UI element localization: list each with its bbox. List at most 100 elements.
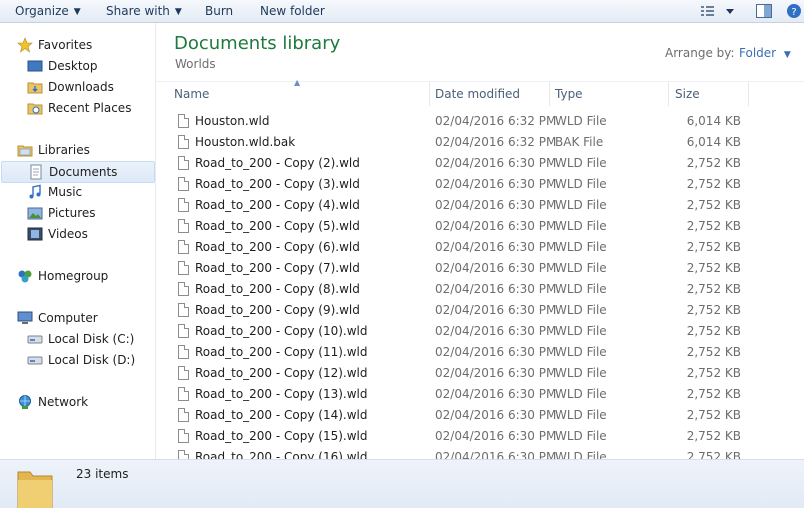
file-type: WLD File [555,156,607,170]
videos-icon [27,227,43,241]
file-icon [178,177,189,191]
nav-homegroup-label: Homegroup [38,269,109,283]
new-folder-button[interactable]: New folder [260,3,325,19]
file-size: 2,752 KB [686,282,741,296]
nav-local-disk-c[interactable]: Local Disk (C:) [0,329,150,349]
nav-homegroup[interactable]: Homegroup [0,266,150,286]
file-row[interactable]: Road_to_200 - Copy (15).wld 02/04/2016 6:… [156,426,804,447]
file-icon [178,408,189,422]
file-row[interactable]: Road_to_200 - Copy (3).wld 02/04/2016 6:3… [156,174,804,195]
file-row[interactable]: Road_to_200 - Copy (8).wld 02/04/2016 6:3… [156,279,804,300]
nav-videos[interactable]: Videos [0,224,150,244]
column-divider[interactable] [429,82,430,106]
file-row[interactable]: Road_to_200 - Copy (2).wld 02/04/2016 6:3… [156,153,804,174]
folder-icon [17,471,53,508]
pictures-icon [27,207,43,220]
help-icon: ? [787,4,801,18]
file-name: Road_to_200 - Copy (14).wld [195,408,368,422]
file-size: 2,752 KB [686,366,741,380]
file-row[interactable]: Houston.wld 02/04/2016 6:32 PM WLD File 6,0… [156,111,804,132]
file-name: Houston.wld [195,114,270,128]
nav-network[interactable]: Network [0,392,150,412]
file-row[interactable]: Road_to_200 - Copy (12).wld 02/04/2016 6:… [156,363,804,384]
nav-desktop[interactable]: Desktop [0,56,150,76]
column-header-date-modified[interactable]: Date modified [435,87,520,101]
file-type: WLD File [555,114,607,128]
homegroup-icon [18,270,32,283]
nav-documents[interactable]: Documents [1,161,155,183]
file-row[interactable]: Road_to_200 - Copy (9).wld 02/04/2016 6:3… [156,300,804,321]
file-row[interactable]: Road_to_200 - Copy (11).wld 02/04/2016 6:… [156,342,804,363]
column-header-name[interactable]: Name [174,87,209,101]
file-size: 2,752 KB [686,198,741,212]
file-type: WLD File [555,366,607,380]
nav-music[interactable]: Music [0,182,150,202]
file-size: 2,752 KB [686,240,741,254]
sort-ascending-icon: ▲ [294,78,301,87]
file-name: Road_to_200 - Copy (12).wld [195,366,368,380]
help-button[interactable]: ? [786,3,802,19]
file-row[interactable]: Road_to_200 - Copy (6).wld 02/04/2016 6:3… [156,237,804,258]
file-row[interactable]: Road_to_200 - Copy (14).wld 02/04/2016 6:… [156,405,804,426]
arrange-by-dropdown[interactable]: Folder ▼ [739,46,791,60]
file-name: Road_to_200 - Copy (6).wld [195,240,360,254]
details-pane: 23 items [0,459,804,508]
file-row[interactable]: Road_to_200 - Copy (5).wld 02/04/2016 6:3… [156,216,804,237]
preview-pane-button[interactable] [755,3,773,19]
nav-favorites[interactable]: Favorites [0,35,150,55]
file-date-modified: 02/04/2016 6:30 PM [435,240,557,254]
nav-downloads[interactable]: Downloads [0,77,150,97]
file-date-modified: 02/04/2016 6:30 PM [435,387,557,401]
file-row[interactable]: Road_to_200 - Copy (16).wld 02/04/2016 6:… [156,447,804,459]
file-type: WLD File [555,387,607,401]
file-name: Road_to_200 - Copy (7).wld [195,261,360,275]
file-type: BAK File [555,135,604,149]
file-icon [178,345,189,359]
change-view-button[interactable] [700,3,740,19]
view-list-icon [701,6,734,16]
nav-pictures[interactable]: Pictures [0,203,150,223]
file-size: 2,752 KB [686,429,741,443]
nav-libraries[interactable]: Libraries [0,140,150,160]
file-row[interactable]: Road_to_200 - Copy (4).wld 02/04/2016 6:3… [156,195,804,216]
file-date-modified: 02/04/2016 6:30 PM [435,282,557,296]
file-date-modified: 02/04/2016 6:30 PM [435,429,557,443]
share-with-button[interactable]: Share with ▼ [106,3,182,19]
file-type: WLD File [555,261,607,275]
file-name: Road_to_200 - Copy (4).wld [195,198,360,212]
nav-computer[interactable]: Computer [0,308,150,328]
file-date-modified: 02/04/2016 6:30 PM [435,156,557,170]
file-row[interactable]: Houston.wld.bak 02/04/2016 6:32 PM BAK Fil… [156,132,804,153]
nav-libraries-label: Libraries [38,143,90,157]
file-row[interactable]: Road_to_200 - Copy (7).wld 02/04/2016 6:3… [156,258,804,279]
file-icon [178,282,189,296]
file-size: 2,752 KB [686,387,741,401]
file-icon [178,240,189,254]
nav-recent-places[interactable]: Recent Places [0,98,150,118]
share-with-label: Share with [106,4,170,18]
file-type: WLD File [555,324,607,338]
file-date-modified: 02/04/2016 6:30 PM [435,345,557,359]
chevron-down-icon: ▼ [174,7,182,17]
file-date-modified: 02/04/2016 6:32 PM [435,114,557,128]
file-icon [178,303,189,317]
column-header-size[interactable]: Size [675,87,700,101]
nav-local-disk-d[interactable]: Local Disk (D:) [0,350,150,370]
column-divider[interactable] [549,82,550,106]
column-header-type[interactable]: Type [555,87,583,101]
file-row[interactable]: Road_to_200 - Copy (10).wld 02/04/2016 6:… [156,321,804,342]
file-type: WLD File [555,177,607,191]
library-title: Documents library [174,33,341,54]
file-list: Houston.wld 02/04/2016 6:32 PM WLD File 6,0… [156,111,804,459]
file-size: 2,752 KB [686,261,741,275]
column-divider[interactable] [668,82,669,106]
desktop-icon [27,60,43,72]
nav-downloads-label: Downloads [48,80,114,94]
burn-button[interactable]: Burn [205,3,233,19]
libraries-icon [17,145,33,157]
column-divider[interactable] [748,82,749,106]
file-type: WLD File [555,282,607,296]
organize-button[interactable]: Organize ▼ [15,3,81,19]
file-row[interactable]: Road_to_200 - Copy (13).wld 02/04/2016 6:… [156,384,804,405]
preview-pane-icon [756,4,772,18]
